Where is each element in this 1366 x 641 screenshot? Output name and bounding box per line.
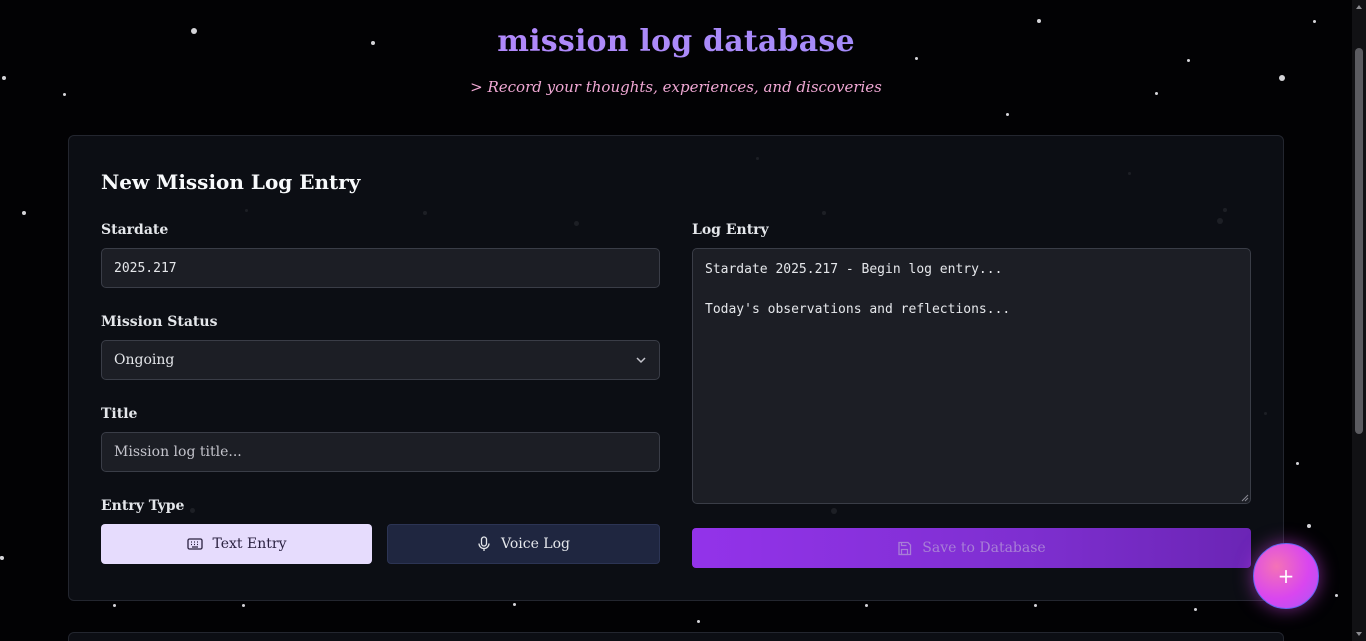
page-scrollbar[interactable] [1352,0,1366,641]
title-input[interactable]: Mission log title... [101,432,660,472]
page-title: mission log database [0,24,1352,59]
voice-log-label: Voice Log [501,536,570,552]
page-subtitle: > Record your thoughts, experiences, and… [470,78,882,96]
save-to-database-button[interactable]: Save to Database [692,528,1251,568]
voice-log-button[interactable]: Voice Log [387,524,660,564]
text-entry-label: Text Entry [212,536,287,552]
scrollbar-thumb[interactable] [1355,48,1363,434]
text-entry-button[interactable]: Text Entry [101,524,372,564]
chevron-down-icon [636,357,646,364]
entry-type-label: Entry Type [101,498,185,514]
log-entry-textarea[interactable]: Stardate 2025.217 - Begin log entry... T… [692,248,1251,504]
log-entry-label: Log Entry [692,222,769,238]
add-entry-fab[interactable]: + [1253,543,1319,609]
title-label: Title [101,406,138,422]
save-icon [898,541,912,555]
stardate-label: Stardate [101,222,169,238]
mission-status-label: Mission Status [101,314,218,330]
keyboard-icon [186,538,203,550]
mission-status-value: Ongoing [114,352,175,368]
scroll-down-icon[interactable] [1355,630,1363,638]
new-log-entry-card: New Mission Log Entry Stardate 2025.217 … [68,135,1284,601]
card-title: New Mission Log Entry [101,170,361,194]
mission-status-select[interactable]: Ongoing [101,340,660,380]
next-section-card [68,632,1284,641]
resize-handle-icon[interactable] [1241,494,1249,502]
page-header: mission log database > Record your thoug… [0,24,1352,96]
stardate-input[interactable]: 2025.217 [101,248,660,288]
microphone-icon [478,536,490,551]
plus-icon: + [1277,564,1295,588]
save-button-label: Save to Database [922,540,1046,556]
scroll-up-icon[interactable] [1355,3,1363,11]
